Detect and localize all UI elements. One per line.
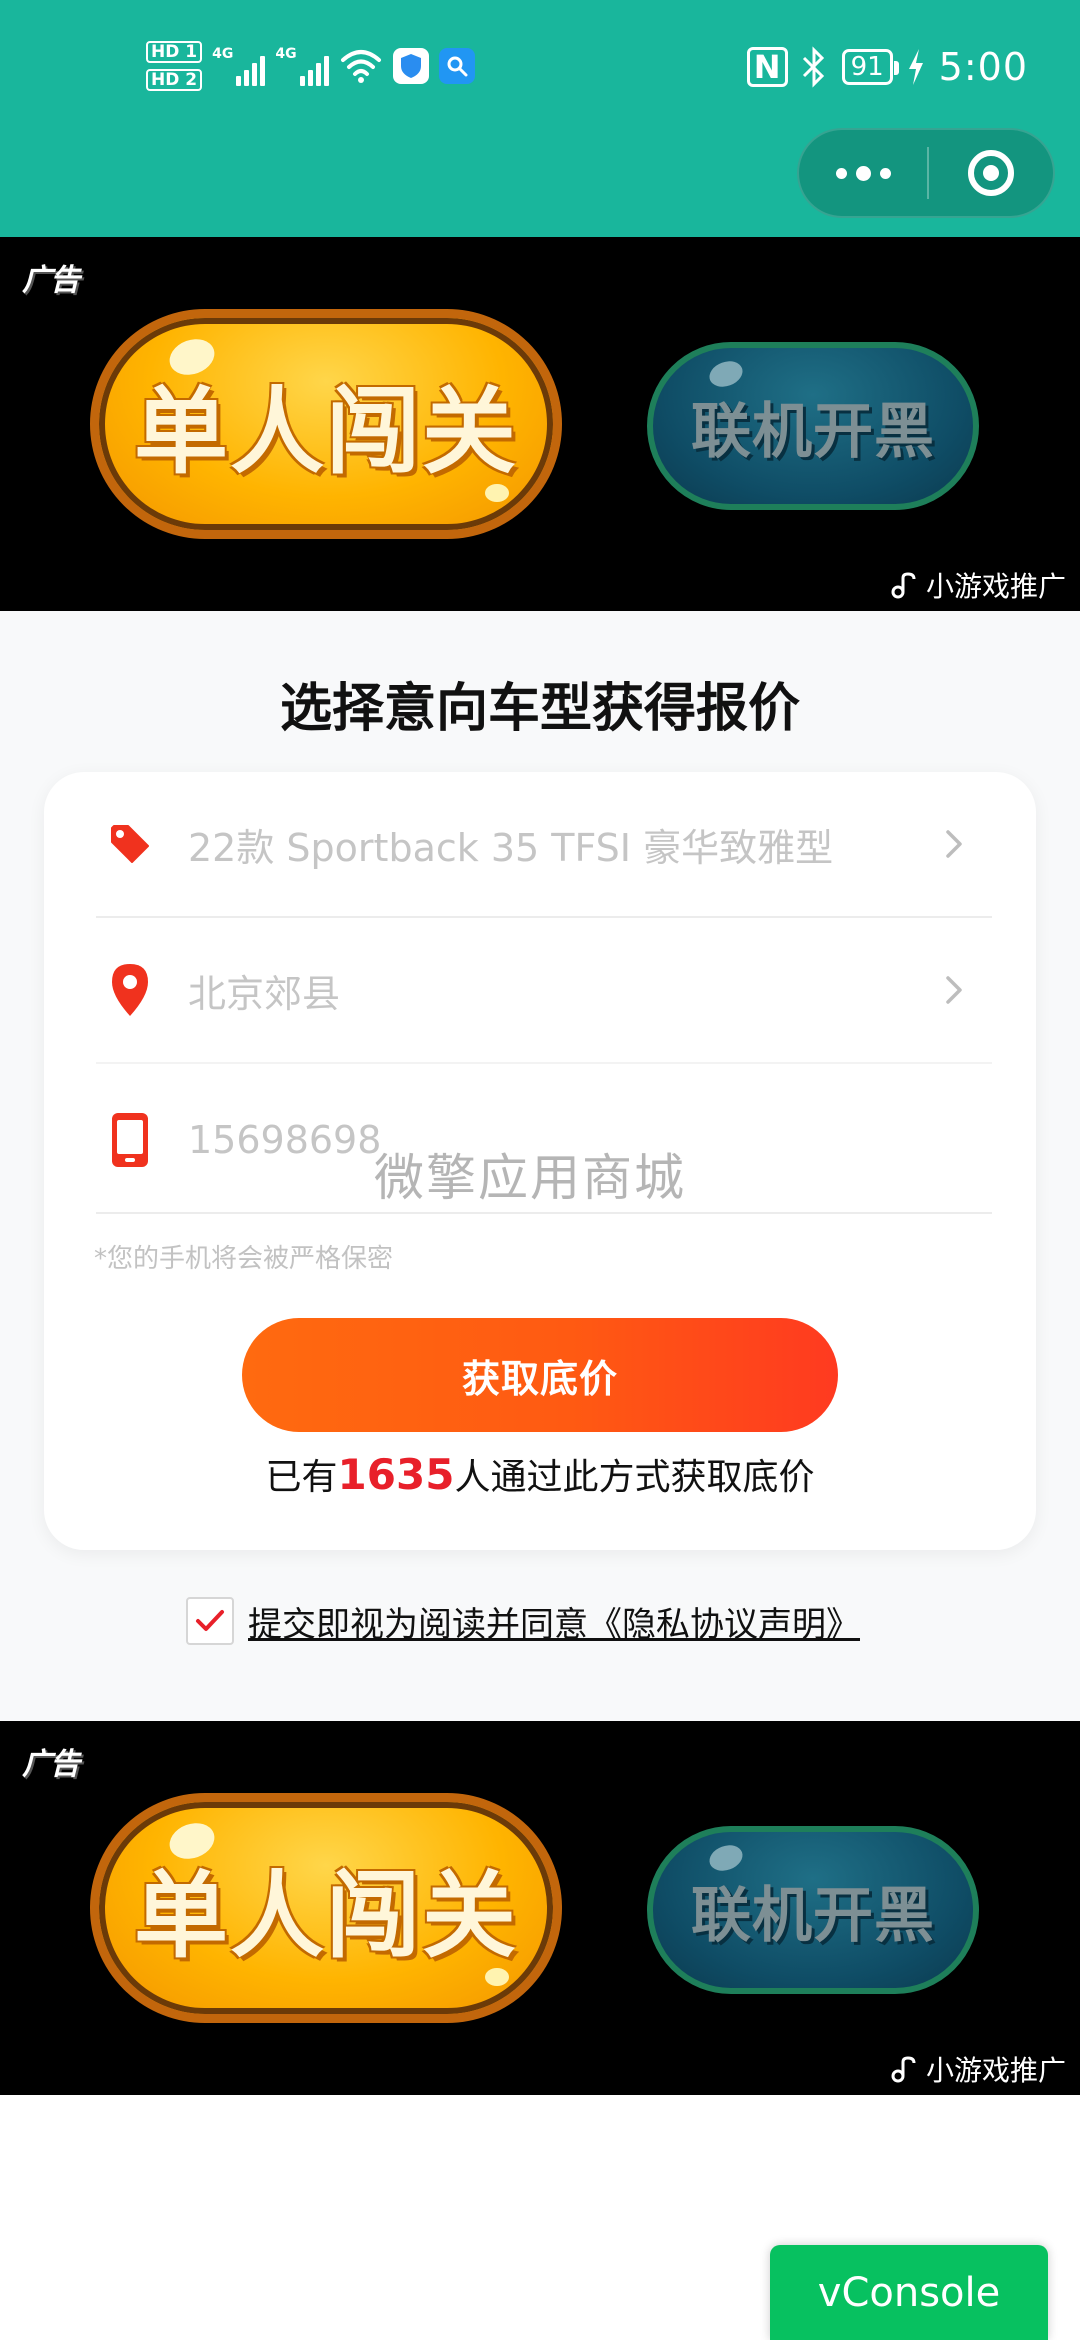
page-title: 选择意向车型获得报价 <box>279 679 800 739</box>
coop-mode-button[interactable]: 联机开黑 <box>647 342 979 510</box>
solo-mode-button[interactable]: 单人闯关 <box>90 309 562 539</box>
count-number: 1635 <box>337 1450 455 1499</box>
promo-label: 小游戏推广 <box>925 570 1066 603</box>
city-selector[interactable]: 北京郊县 <box>96 918 992 1064</box>
vibrate-icon <box>802 46 824 88</box>
status-bar-right: N 91 5:00 <box>746 40 1028 94</box>
wifi-icon <box>340 50 381 83</box>
phone-icon <box>102 1110 158 1170</box>
network-type-label-2: 4G <box>275 46 297 62</box>
dot-icon <box>855 165 871 181</box>
link-icon <box>891 2056 916 2083</box>
city-value: 北京郊县 <box>188 971 341 1016</box>
search-app-icon <box>438 48 475 84</box>
chevron-right-icon <box>934 824 974 864</box>
solo-mode-label: 单人闯关 <box>133 378 518 487</box>
close-mini-program-button[interactable] <box>929 150 1053 196</box>
coop-mode-button[interactable]: 联机开黑 <box>647 1826 979 1994</box>
chevron-right-icon <box>934 970 974 1010</box>
checkmark-icon <box>196 1610 224 1631</box>
hd2-label: HD 2 <box>146 69 203 91</box>
header-bar: HD 1 HD 2 4G 4G N 91 5:00 <box>0 0 1080 237</box>
more-options-button[interactable] <box>799 130 927 216</box>
promo-label: 小游戏推广 <box>925 2054 1066 2087</box>
shield-icon <box>392 48 429 84</box>
solo-mode-button[interactable]: 单人闯关 <box>90 1793 562 2023</box>
coop-mode-label: 联机开黑 <box>691 396 935 467</box>
ad-label: 广告 <box>22 263 80 298</box>
agreement-row: 提交即视为阅读并同意《隐私协议声明》 <box>186 1594 860 1648</box>
status-bar-left: HD 1 HD 2 4G 4G <box>146 34 475 98</box>
nfc-icon: N <box>746 47 788 87</box>
location-pin-icon <box>102 960 158 1020</box>
hd1-label: HD 1 <box>146 41 203 63</box>
solo-mode-label: 单人闯关 <box>133 1862 518 1971</box>
network-type-label: 4G <box>212 46 234 62</box>
target-icon <box>968 150 1014 196</box>
car-model-value: 22款 Sportback 35 TFSI 豪华致雅型 <box>188 825 834 870</box>
ad-label: 广告 <box>22 1747 80 1782</box>
tag-icon <box>102 814 158 874</box>
privacy-agreement-link[interactable]: 提交即视为阅读并同意《隐私协议声明》 <box>248 1597 860 1646</box>
signal-icon: 4G <box>212 46 266 86</box>
link-icon <box>891 572 916 599</box>
car-model-selector[interactable]: 22款 Sportback 35 TFSI 豪华致雅型 <box>96 772 992 918</box>
clock: 5:00 <box>938 45 1028 89</box>
dot-icon <box>879 167 891 179</box>
coop-mode-label: 联机开黑 <box>691 1880 935 1951</box>
ad-banner-top[interactable]: 广告 单人闯关 联机开黑 小游戏推广 <box>0 237 1080 611</box>
count-suffix: 人通过此方式获取底价 <box>454 1457 815 1498</box>
get-lowest-price-button[interactable]: 获取底价 <box>242 1318 838 1432</box>
mini-game-promo: 小游戏推广 <box>890 565 1066 605</box>
watermark-text: 微擎应用商城 <box>374 1149 686 1207</box>
ad-banner-bottom[interactable]: 广告 单人闯关 联机开黑 小游戏推广 <box>0 1721 1080 2095</box>
dot-icon <box>835 167 847 179</box>
quote-form-card: 22款 Sportback 35 TFSI 豪华致雅型 北京郊县 1569869… <box>44 772 1036 1550</box>
agreement-checkbox[interactable] <box>186 1597 234 1645</box>
count-prefix: 已有 <box>265 1457 338 1498</box>
participant-count-text: 已有1635人通过此方式获取底价 <box>44 1448 1036 1500</box>
signal-icon-2: 4G <box>275 46 329 86</box>
mini-game-promo: 小游戏推广 <box>890 2049 1066 2089</box>
hd-indicator: HD 1 HD 2 <box>146 41 203 91</box>
battery-indicator: 91 <box>841 49 899 85</box>
charging-icon <box>908 49 923 85</box>
phone-privacy-hint: *您的手机将会被严格保密 <box>94 1244 394 1274</box>
vconsole-button[interactable]: vConsole <box>770 2245 1048 2340</box>
mini-program-capsule <box>797 128 1055 218</box>
